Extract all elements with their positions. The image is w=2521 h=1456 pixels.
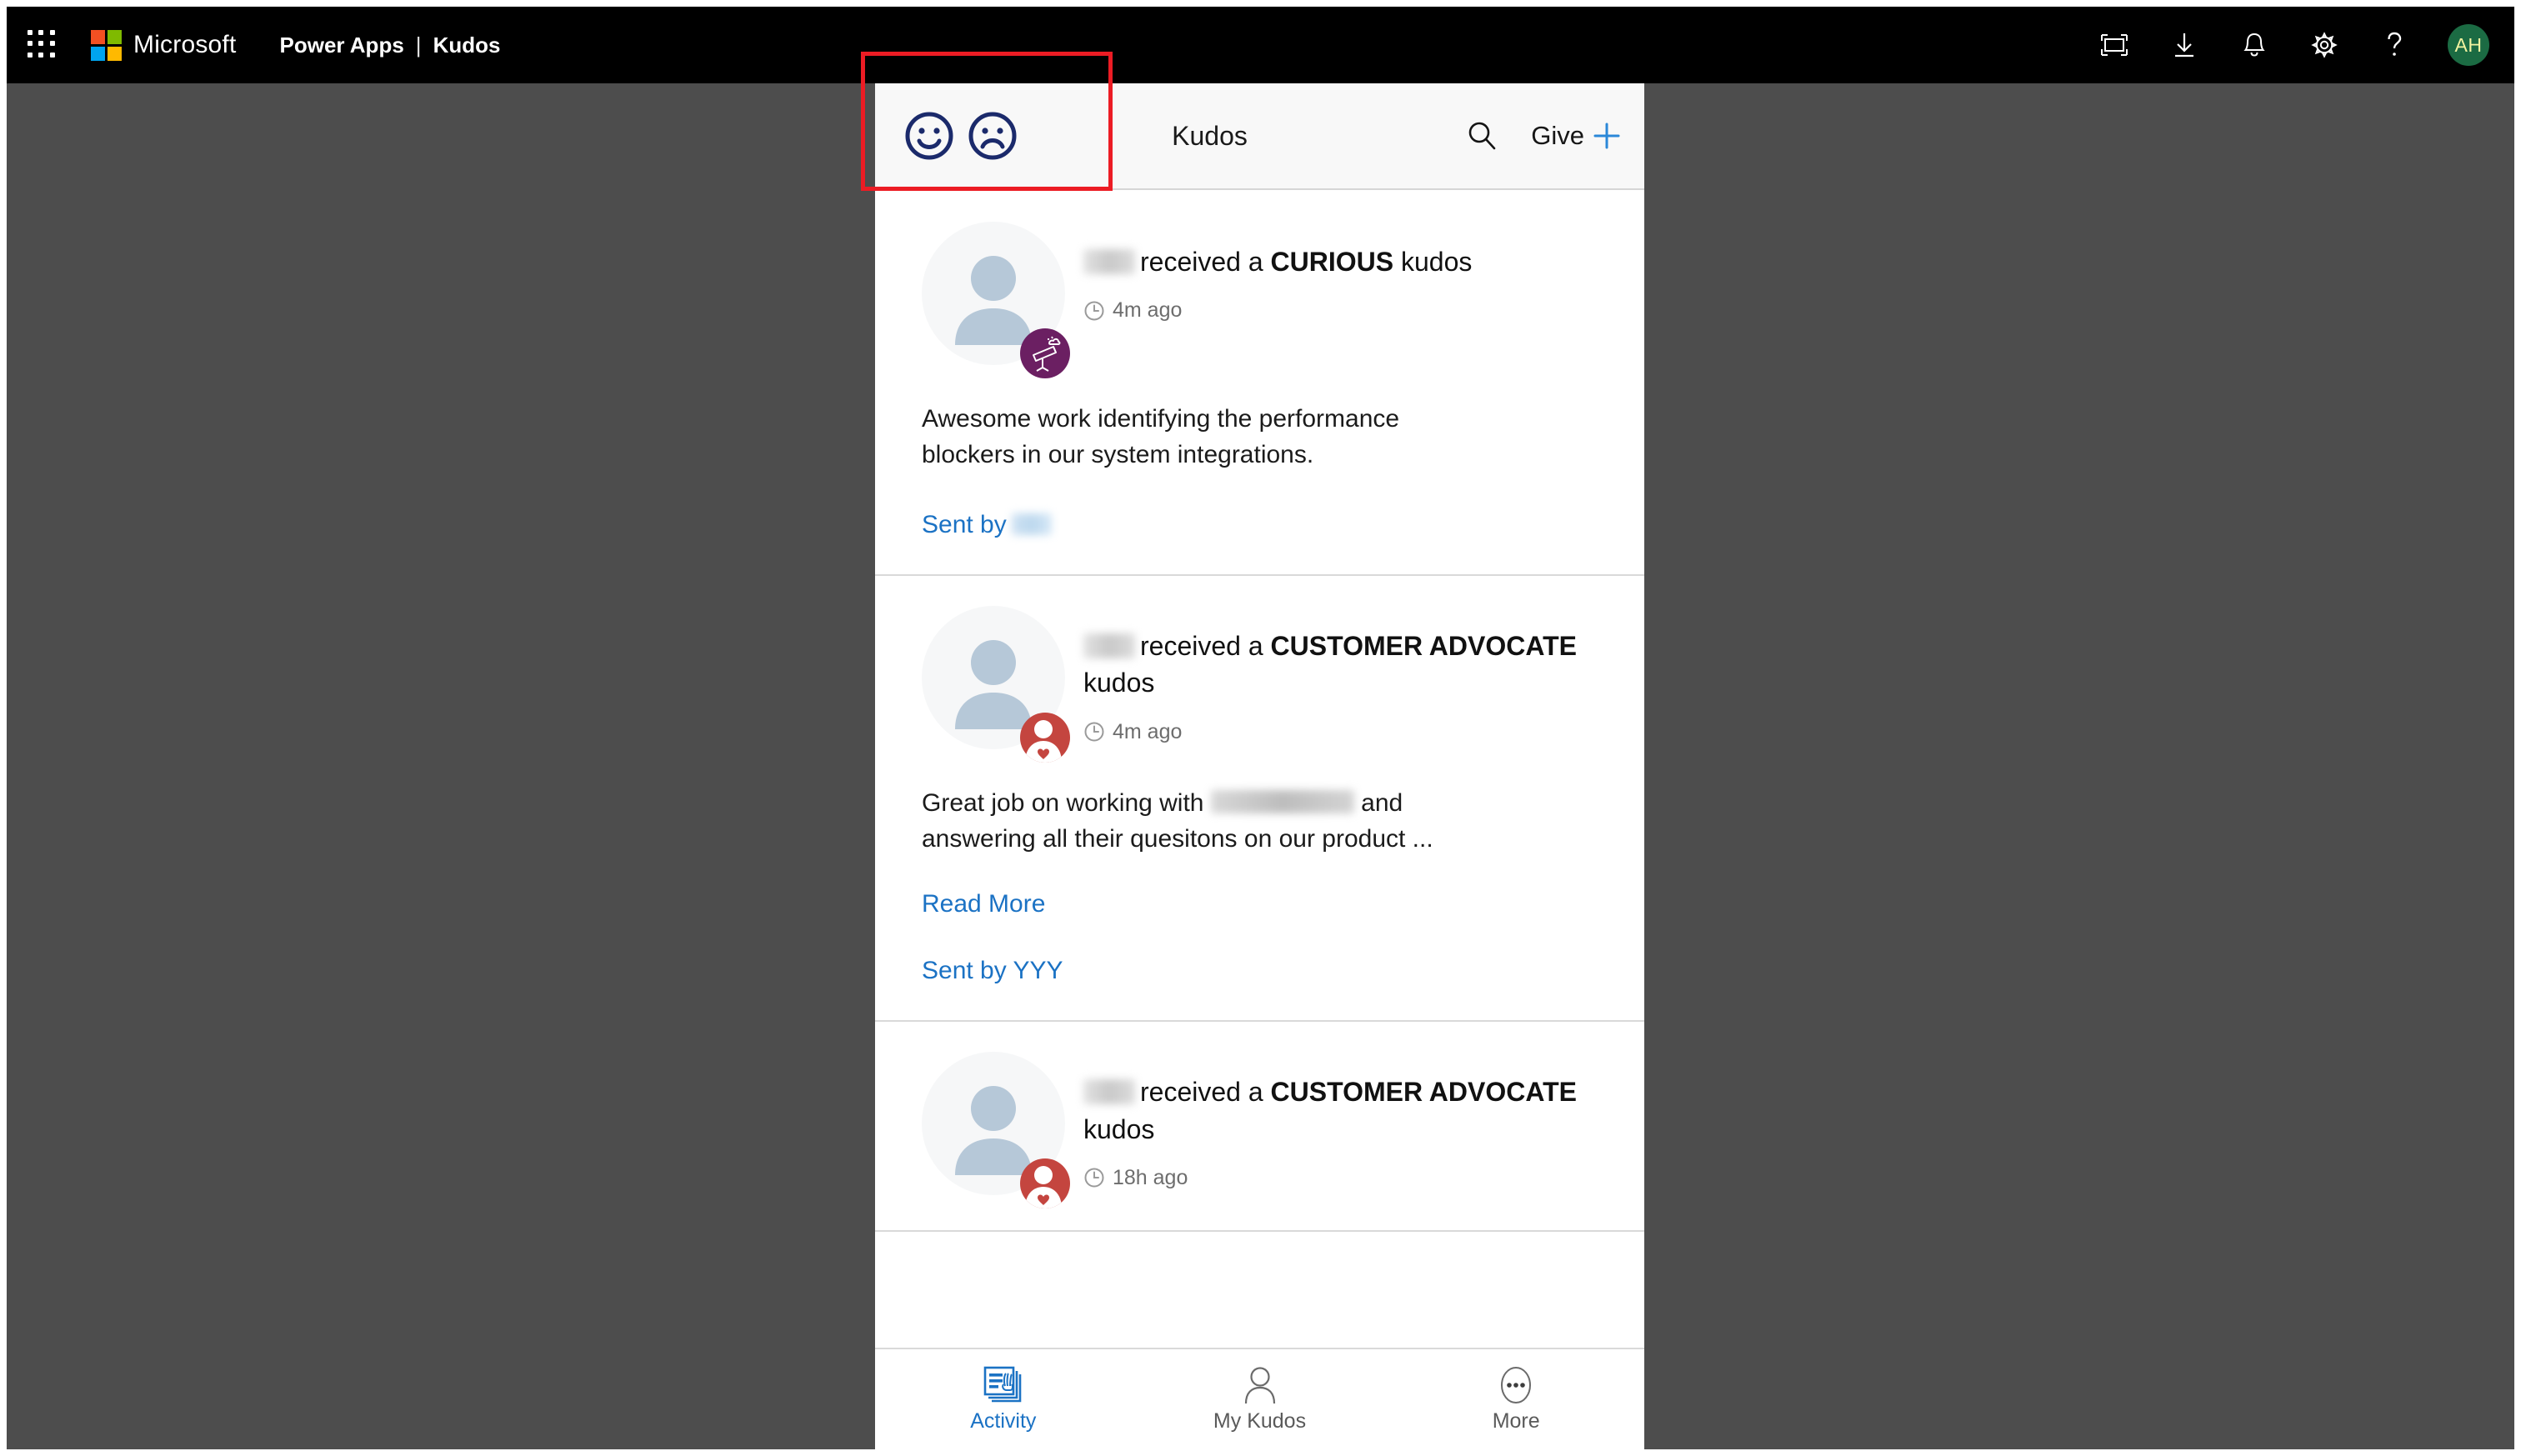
clock-icon <box>1084 722 1104 742</box>
clock-icon <box>1084 1168 1104 1188</box>
headline-pre: received a <box>1140 247 1271 277</box>
toolbar-actions: Give <box>1466 120 1623 152</box>
sent-by-label: Sent by <box>922 511 1007 539</box>
customer-advocate-icon <box>1020 1158 1070 1209</box>
sent-by-link[interactable]: Sent by <box>922 511 1598 539</box>
happy-face-icon[interactable] <box>903 110 955 162</box>
kudos-message: Great job on working with and answering … <box>922 786 1497 857</box>
kudos-app-panel: Kudos Give received a CURIOUS kudos 4m a… <box>875 83 1644 1449</box>
telescope-icon <box>1020 328 1070 378</box>
kudos-card[interactable]: received a CURIOUS kudos 4m ago Awesome … <box>875 192 1644 577</box>
fullscreen-icon[interactable] <box>2098 28 2131 62</box>
kudos-message: Awesome work identifying the performance… <box>922 405 1400 468</box>
app-toolbar: Kudos Give <box>875 83 1644 190</box>
microsoft-suite-bar: Microsoft Power Apps | Kudos AH <box>7 7 2514 83</box>
search-icon[interactable] <box>1466 120 1498 152</box>
timestamp-label: 4m ago <box>1113 719 1183 743</box>
recipient-name-blurred <box>1083 633 1135 659</box>
feedback-face-buttons <box>903 110 1018 162</box>
screenshot-root: Microsoft Power Apps | Kudos AH Kudos Gi… <box>0 0 2521 1456</box>
clock-icon <box>1084 301 1104 321</box>
suite-bar-actions: AH <box>2098 24 2489 66</box>
headline-post: kudos <box>1083 1113 1155 1144</box>
microsoft-brand-label: Microsoft <box>133 31 237 58</box>
headline-pre: received a <box>1140 1077 1271 1108</box>
app-name-label: Power Apps <box>279 32 404 58</box>
timestamp-row: 4m ago <box>1083 720 1598 744</box>
kudos-type: CUSTOMER ADVOCATE <box>1270 1077 1577 1108</box>
kudos-card[interactable]: received a CUSTOMER ADVOCATE kudos 4m ag… <box>875 576 1644 1023</box>
nav-label-more: More <box>1492 1408 1540 1433</box>
card-header-text: received a CURIOUS kudos 4m ago <box>1072 222 1598 323</box>
message-part1: Great job on working with <box>922 789 1211 818</box>
timestamp-label: 18h ago <box>1113 1165 1188 1189</box>
kudos-type: CUSTOMER ADVOCATE <box>1270 631 1577 662</box>
read-more-link[interactable]: Read More <box>922 890 1045 918</box>
nav-label-activity: Activity <box>970 1408 1037 1433</box>
give-button-label: Give <box>1531 121 1584 150</box>
sad-face-icon[interactable] <box>967 110 1018 162</box>
headline-pre: received a <box>1140 631 1271 662</box>
gear-icon[interactable] <box>2308 28 2341 62</box>
card-header-text: received a CUSTOMER ADVOCATE kudos 18h a… <box>1072 1052 1598 1189</box>
avatar[interactable]: AH <box>2448 24 2489 66</box>
card-header: received a CURIOUS kudos 4m ago <box>922 222 1598 378</box>
help-icon[interactable] <box>2378 28 2411 62</box>
give-button[interactable]: Give <box>1531 120 1623 152</box>
timestamp-row: 4m ago <box>1083 298 1598 323</box>
recipient-avatar-wrap <box>922 222 1072 378</box>
breadcrumb-separator: | <box>415 32 422 58</box>
nav-item-my-kudos[interactable]: My Kudos <box>1132 1366 1388 1433</box>
recipient-name-blurred <box>1083 249 1135 274</box>
headline-post: kudos <box>1083 668 1155 698</box>
microsoft-logo-icon <box>91 29 122 61</box>
card-header-text: received a CUSTOMER ADVOCATE kudos 4m ag… <box>1072 606 1598 743</box>
recipient-avatar-wrap <box>922 606 1072 763</box>
sent-by-link[interactable]: Sent by YYY <box>922 957 1598 985</box>
sub-app-name-label: Kudos <box>433 32 501 58</box>
kudos-card[interactable]: received a CUSTOMER ADVOCATE kudos 18h a… <box>875 1022 1644 1233</box>
nav-item-more[interactable]: More <box>1388 1366 1644 1433</box>
message-name-blurred <box>1210 790 1354 814</box>
nav-item-activity[interactable]: Activity <box>875 1366 1132 1433</box>
kudos-headline: received a CUSTOMER ADVOCATE kudos <box>1083 1073 1598 1147</box>
more-ellipsis-icon <box>1501 1366 1532 1403</box>
activity-feed-icon <box>983 1366 1022 1402</box>
app-breadcrumb: Power Apps | Kudos <box>280 33 501 58</box>
plus-icon <box>1593 123 1620 149</box>
headline-post: kudos <box>1393 247 1473 277</box>
card-header: received a CUSTOMER ADVOCATE kudos 18h a… <box>922 1052 1598 1209</box>
bottom-navigation: Activity My Kudos More <box>875 1348 1644 1449</box>
recipient-name-blurred <box>1083 1079 1135 1105</box>
app-launcher-icon[interactable] <box>28 30 58 60</box>
kudos-feed[interactable]: received a CURIOUS kudos 4m ago Awesome … <box>875 192 1644 1348</box>
kudos-headline: received a CUSTOMER ADVOCATE kudos <box>1083 628 1598 701</box>
sender-name-blurred <box>1011 513 1052 536</box>
person-icon <box>1244 1366 1275 1403</box>
download-icon[interactable] <box>2168 28 2201 62</box>
recipient-avatar-wrap <box>922 1052 1072 1209</box>
kudos-headline: received a CURIOUS kudos <box>1083 243 1598 280</box>
nav-label-my-kudos: My Kudos <box>1213 1408 1307 1433</box>
kudos-type: CURIOUS <box>1270 247 1394 277</box>
bell-icon[interactable] <box>2238 28 2271 62</box>
card-header: received a CUSTOMER ADVOCATE kudos 4m ag… <box>922 606 1598 763</box>
timestamp-label: 4m ago <box>1113 298 1183 323</box>
timestamp-row: 18h ago <box>1083 1166 1598 1190</box>
customer-advocate-icon <box>1020 713 1070 763</box>
